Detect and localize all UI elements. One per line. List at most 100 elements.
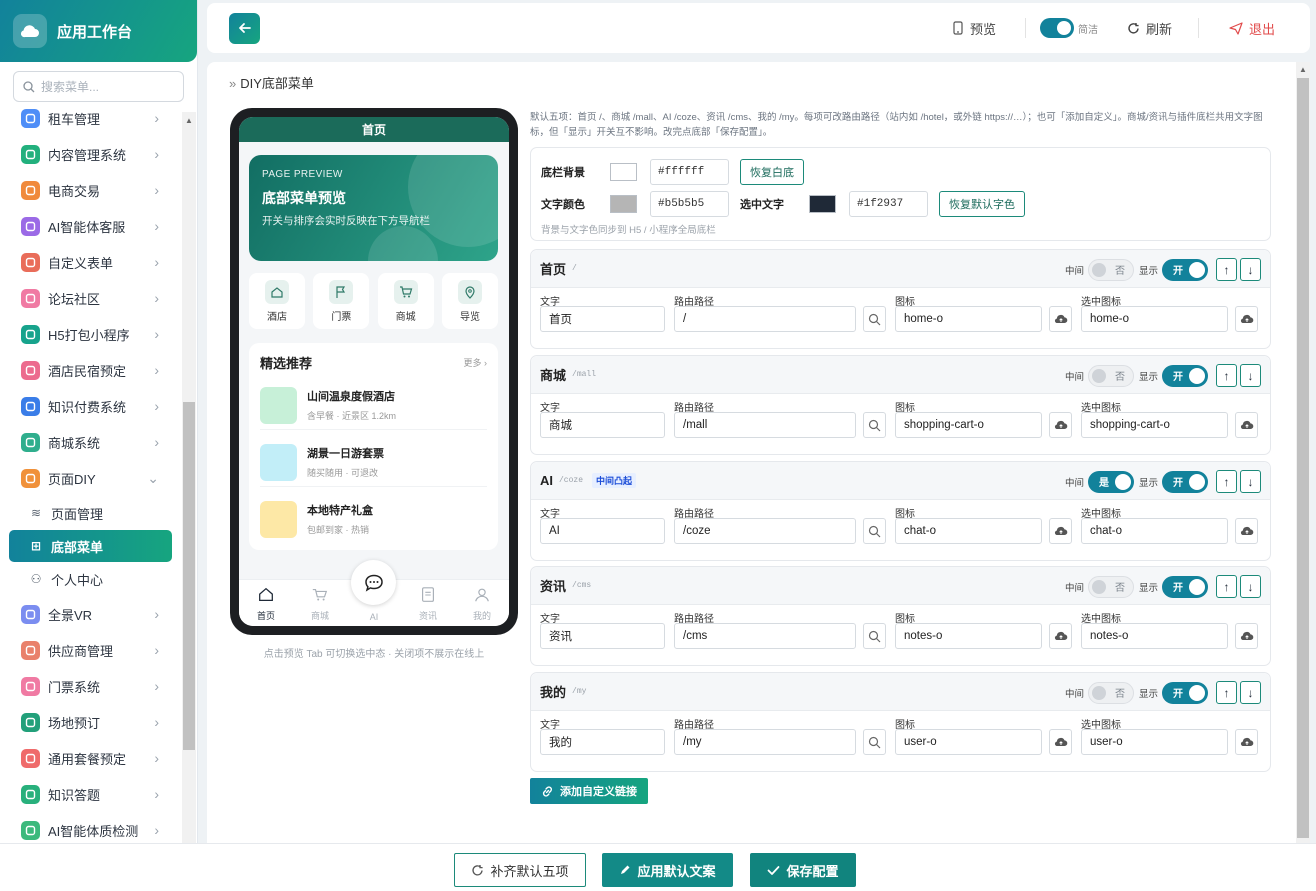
sidebar-subitem[interactable]: ≋ 页面管理 <box>0 496 181 530</box>
active-color-swatch[interactable] <box>809 195 836 213</box>
bg-color-input[interactable]: #ffffff <box>650 159 729 185</box>
save-config-button[interactable]: 保存配置 <box>750 853 856 887</box>
sidebar-item[interactable]: 酒店民宿预定 › <box>0 352 181 388</box>
middle-switch[interactable]: 是 <box>1087 470 1134 493</box>
sidebar-item[interactable]: AI智能体客服 › <box>0 208 181 244</box>
route-path-input[interactable]: / <box>674 306 856 332</box>
refresh-button[interactable]: 刷新 <box>1127 19 1172 38</box>
simple-mode-toggle[interactable]: 简洁 <box>1039 18 1098 38</box>
route-path-input[interactable]: /coze <box>674 518 856 544</box>
sidebar-item[interactable]: 租车管理 › <box>0 100 181 136</box>
menu-text-input[interactable]: 资讯 <box>540 623 665 649</box>
upload-active-icon-button[interactable] <box>1235 306 1258 332</box>
show-switch[interactable]: 开 <box>1162 575 1208 598</box>
center-ai-button[interactable] <box>351 560 396 605</box>
tab-item[interactable]: 商城 <box>295 586 345 622</box>
middle-switch[interactable]: 否 <box>1087 258 1134 281</box>
upload-active-icon-button[interactable] <box>1235 412 1258 438</box>
fill-defaults-button[interactable]: 补齐默认五项 <box>454 853 586 887</box>
sidebar-item[interactable]: 内容管理系统 › <box>0 136 181 172</box>
search-path-button[interactable] <box>863 306 886 332</box>
show-switch[interactable]: 开 <box>1162 681 1208 704</box>
move-up-button[interactable]: ↑ <box>1216 258 1237 281</box>
upload-icon-button[interactable] <box>1049 729 1072 755</box>
tab-item[interactable]: 首页 <box>241 586 291 622</box>
active-icon-name-input[interactable]: home-o <box>1081 306 1228 332</box>
tab-item[interactable]: 我的 <box>457 586 507 622</box>
active-icon-name-input[interactable]: notes-o <box>1081 623 1228 649</box>
quick-entry[interactable]: 门票 <box>313 273 370 329</box>
middle-switch[interactable]: 否 <box>1087 681 1134 704</box>
scroll-up-icon[interactable]: ▲ <box>185 116 193 125</box>
quick-entry[interactable]: 商城 <box>377 273 434 329</box>
sidebar-scroll-thumb[interactable] <box>183 402 195 750</box>
add-custom-link-button[interactable]: 添加自定义链接 <box>530 778 648 804</box>
back-button[interactable] <box>229 12 260 44</box>
upload-icon-button[interactable] <box>1049 412 1072 438</box>
route-path-input[interactable]: /my <box>674 729 856 755</box>
route-path-input[interactable]: /cms <box>674 623 856 649</box>
move-up-button[interactable]: ↑ <box>1216 575 1237 598</box>
search-path-button[interactable] <box>863 623 886 649</box>
tab-item[interactable]: 资讯 <box>403 586 453 622</box>
upload-icon-button[interactable] <box>1049 623 1072 649</box>
sidebar-item[interactable]: 知识答题 › <box>0 776 181 812</box>
sidebar-item[interactable]: 知识付费系统 › <box>0 388 181 424</box>
text-color-input[interactable]: #b5b5b5 <box>650 191 729 217</box>
icon-name-input[interactable]: user-o <box>895 729 1042 755</box>
main-scroll-thumb[interactable] <box>1297 78 1309 838</box>
sidebar-subitem[interactable]: ⊞ 底部菜单 <box>9 530 172 562</box>
sidebar-item[interactable]: 商城系统 › <box>0 424 181 460</box>
move-down-button[interactable]: ↓ <box>1240 470 1261 493</box>
text-color-swatch[interactable] <box>610 195 637 213</box>
icon-name-input[interactable]: notes-o <box>895 623 1042 649</box>
upload-active-icon-button[interactable] <box>1235 623 1258 649</box>
active-icon-name-input[interactable]: user-o <box>1081 729 1228 755</box>
move-down-button[interactable]: ↓ <box>1240 364 1261 387</box>
middle-switch[interactable]: 否 <box>1087 364 1134 387</box>
icon-name-input[interactable]: shopping-cart-o <box>895 412 1042 438</box>
active-icon-name-input[interactable]: chat-o <box>1081 518 1228 544</box>
sidebar-item[interactable]: 通用套餐预定 › <box>0 740 181 776</box>
toggle-switch[interactable] <box>1039 18 1074 38</box>
sidebar-item[interactable]: 页面DIY ⌄ <box>0 460 181 496</box>
bg-color-swatch[interactable] <box>610 163 637 181</box>
scroll-up-icon[interactable]: ▲ <box>1299 65 1307 74</box>
sidebar-item[interactable]: 场地预订 › <box>0 704 181 740</box>
active-color-input[interactable]: #1f2937 <box>849 191 928 217</box>
sidebar-item[interactable]: 全景VR › <box>0 596 181 632</box>
main-scrollbar[interactable]: ▲ <box>1296 62 1310 891</box>
move-down-button[interactable]: ↓ <box>1240 575 1261 598</box>
show-switch[interactable]: 开 <box>1162 470 1208 493</box>
quick-entry[interactable]: 酒店 <box>249 273 305 329</box>
search-path-button[interactable] <box>863 412 886 438</box>
show-switch[interactable]: 开 <box>1162 258 1208 281</box>
preview-button[interactable]: 预览 <box>952 19 996 38</box>
menu-text-input[interactable]: 首页 <box>540 306 665 332</box>
sidebar-item[interactable]: 电商交易 › <box>0 172 181 208</box>
move-down-button[interactable]: ↓ <box>1240 681 1261 704</box>
recommend-item[interactable]: 本地特产礼盒 包邮到家 · 热销 <box>260 486 487 539</box>
sidebar-item[interactable]: 论坛社区 › <box>0 280 181 316</box>
sidebar-item[interactable]: 自定义表单 › <box>0 244 181 280</box>
menu-text-input[interactable]: 我的 <box>540 729 665 755</box>
move-up-button[interactable]: ↑ <box>1216 364 1237 387</box>
logout-button[interactable]: 退出 <box>1229 19 1275 38</box>
recommend-item[interactable]: 山间温泉度假酒店 含早餐 · 近景区 1.2km <box>260 385 487 425</box>
active-icon-name-input[interactable]: shopping-cart-o <box>1081 412 1228 438</box>
upload-icon-button[interactable] <box>1049 306 1072 332</box>
upload-active-icon-button[interactable] <box>1235 729 1258 755</box>
sidebar-item[interactable]: H5打包小程序 › <box>0 316 181 352</box>
sidebar-item[interactable]: 供应商管理 › <box>0 632 181 668</box>
search-path-button[interactable] <box>863 729 886 755</box>
icon-name-input[interactable]: home-o <box>895 306 1042 332</box>
sidebar-item[interactable]: 门票系统 › <box>0 668 181 704</box>
menu-text-input[interactable]: AI <box>540 518 665 544</box>
reset-white-button[interactable]: 恢复白底 <box>740 159 804 185</box>
upload-active-icon-button[interactable] <box>1235 518 1258 544</box>
sidebar-subitem[interactable]: ⚇ 个人中心 <box>0 562 181 596</box>
menu-text-input[interactable]: 商城 <box>540 412 665 438</box>
upload-icon-button[interactable] <box>1049 518 1072 544</box>
recommend-more-link[interactable]: 更多 › <box>464 356 488 369</box>
icon-name-input[interactable]: chat-o <box>895 518 1042 544</box>
